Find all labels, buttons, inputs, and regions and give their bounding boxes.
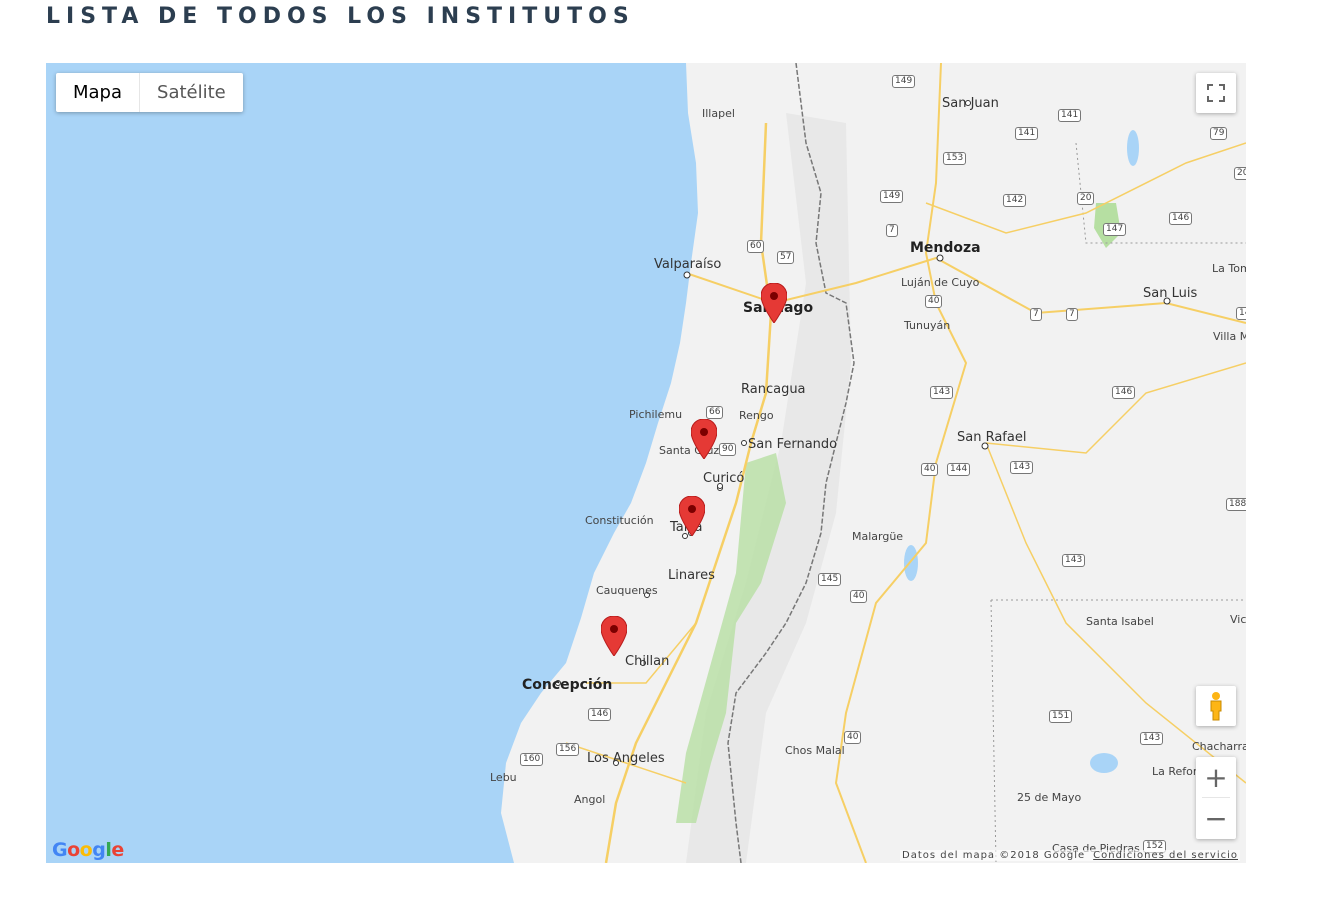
place-label: Illapel [702, 107, 735, 120]
place-label: La Tom [1212, 262, 1246, 275]
route-shield: 188 [1226, 498, 1246, 511]
place-label: Villa Me [1213, 330, 1246, 343]
route-shield: 149 [892, 75, 916, 88]
place-label: Malargüe [852, 530, 904, 543]
map-type-satellite-button[interactable]: Satélite [139, 73, 243, 112]
place-label: Rancagua [741, 382, 806, 397]
pegman-icon [1210, 692, 1222, 721]
route-shield: 40 [925, 295, 943, 308]
map-marker-pin[interactable] [761, 283, 787, 323]
place-label: Angol [574, 793, 606, 806]
route-shield: 160 [520, 753, 544, 766]
place-label: San Fernando [748, 437, 838, 452]
route-shield: 156 [556, 743, 580, 756]
route-shield: 40 [921, 463, 939, 476]
route-shield: 20 [1077, 192, 1095, 205]
route-shield: 20 [1234, 167, 1246, 180]
route-shield: 143 [1010, 461, 1034, 474]
place-label: Mendoza [910, 240, 981, 256]
place-label: Chos Malal [785, 744, 845, 757]
zoom-out-button[interactable]: − [1196, 798, 1236, 838]
map-base[interactable] [46, 63, 1246, 863]
place-label: Pichilemu [629, 408, 683, 421]
route-shield: 90 [719, 443, 737, 456]
route-shield: 40 [850, 590, 868, 603]
route-shield: 144 [947, 463, 971, 476]
fullscreen-icon [1207, 84, 1225, 102]
place-label: Chacharra [1192, 740, 1246, 753]
map-marker-pin[interactable] [679, 496, 705, 536]
map-type-map-button[interactable]: Mapa [56, 73, 139, 112]
street-view-button[interactable] [1196, 686, 1236, 726]
map-marker-pin[interactable] [601, 616, 627, 656]
place-label: San Juan [942, 96, 999, 111]
route-shield: 141 [1015, 127, 1039, 140]
route-shield: 143 [930, 386, 954, 399]
route-shield: 14 [1236, 307, 1246, 320]
place-label: 25 de Mayo [1017, 791, 1082, 804]
fullscreen-button[interactable] [1196, 73, 1236, 113]
route-shield: 146 [1169, 212, 1193, 225]
place-label: Lebu [490, 771, 517, 784]
place-label: Vic [1230, 613, 1246, 626]
place-label: Curicó [703, 471, 745, 486]
terms-link[interactable]: Condiciones del servicio [1093, 850, 1238, 861]
place-label: Santa Isabel [1086, 615, 1154, 628]
land-area [501, 63, 1246, 863]
route-shield: 141 [1058, 109, 1082, 122]
place-label: Concepción [522, 677, 613, 693]
map-attribution: Datos del mapa ©2018 Google Condiciones d… [900, 850, 1240, 861]
route-shield: 153 [943, 152, 967, 165]
place-label: Valparaíso [654, 257, 722, 272]
route-shield: 7 [1030, 308, 1042, 321]
route-shield: 149 [880, 190, 904, 203]
map-container[interactable]: Illapel San Juan Valparaíso Santiago Men… [46, 63, 1246, 863]
map-type-control: Mapa Satélite [56, 73, 243, 112]
route-shield: 147 [1103, 223, 1127, 236]
place-label: San Rafael [957, 430, 1027, 445]
place-label: Chillan [625, 654, 670, 669]
place-label: Cauquenes [596, 584, 658, 597]
route-shield: 79 [1210, 127, 1228, 140]
page-title: LISTA DE TODOS LOS INSTITUTOS [46, 4, 635, 29]
google-logo[interactable]: Google [52, 839, 124, 861]
route-shield: 60 [747, 240, 765, 253]
place-label: San Luis [1143, 286, 1198, 301]
place-label: Luján de Cuyo [901, 276, 980, 289]
map-data-text: Datos del mapa ©2018 Google [902, 850, 1086, 861]
route-shield: 57 [777, 251, 795, 264]
route-shield: 143 [1140, 732, 1164, 745]
route-shield: 7 [1066, 308, 1078, 321]
route-shield: 146 [1112, 386, 1136, 399]
place-label: Tunuyán [904, 319, 951, 332]
route-shield: 145 [818, 573, 842, 586]
route-shield: 40 [844, 731, 862, 744]
route-shield: 146 [588, 708, 612, 721]
route-shield: 66 [706, 406, 724, 419]
zoom-control: + − [1196, 757, 1236, 839]
map-marker-pin[interactable] [691, 419, 717, 459]
route-shield: 151 [1049, 710, 1073, 723]
route-shield: 143 [1062, 554, 1086, 567]
place-label: Rengo [739, 409, 774, 422]
place-label: Linares [668, 568, 715, 583]
zoom-in-button[interactable]: + [1196, 757, 1236, 797]
place-label: Constitución [585, 514, 654, 527]
route-shield: 7 [886, 224, 898, 237]
route-shield: 142 [1003, 194, 1027, 207]
place-label: Los Angeles [587, 751, 665, 766]
